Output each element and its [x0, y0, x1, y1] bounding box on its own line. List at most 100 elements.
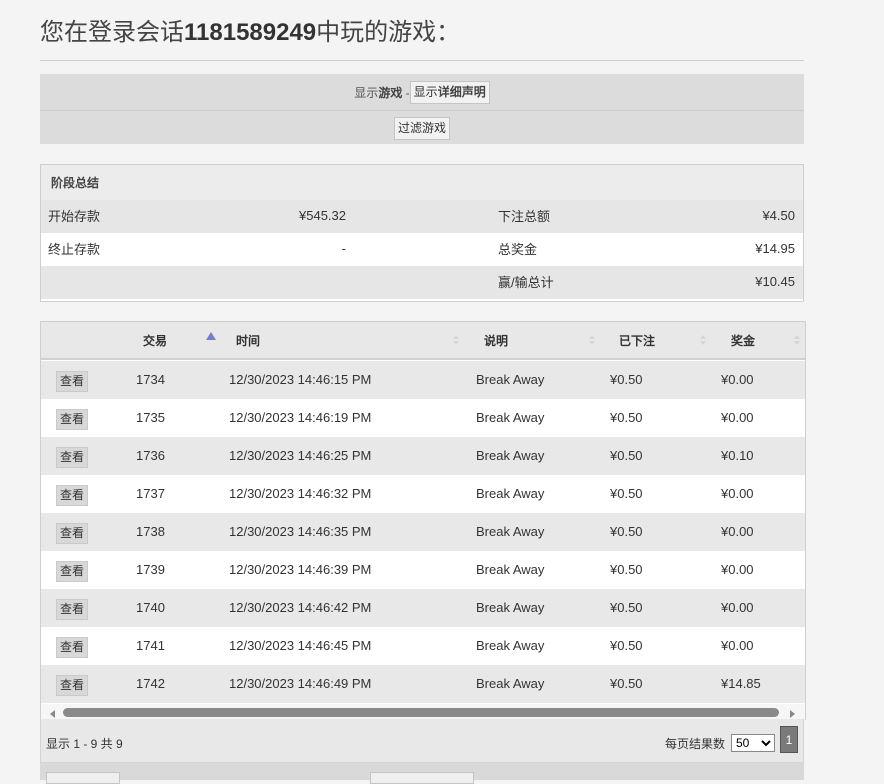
cell-description: Break Away — [476, 448, 545, 463]
cell-time: 12/30/2023 14:46:39 PM — [229, 562, 372, 577]
summary-header: 阶段总结 — [41, 165, 803, 200]
per-page-label: 每页结果数 — [664, 737, 725, 751]
column-header-transaction[interactable]: 交易 — [143, 322, 167, 358]
sort-asc-icon[interactable] — [206, 332, 216, 342]
sort-icon[interactable] — [453, 335, 459, 345]
view-button[interactable]: 查看 — [56, 599, 89, 620]
cell-description: Break Away — [476, 524, 545, 539]
cell-transaction: 1734 — [136, 372, 165, 387]
sort-icon[interactable] — [700, 335, 706, 345]
per-page-select[interactable]: 50 — [731, 734, 775, 752]
table-row: 查看 1740 12/30/2023 14:46:42 PM Break Away ¥0… — [41, 589, 805, 627]
view-button[interactable]: 查看 — [56, 371, 89, 392]
view-button[interactable]: 查看 — [56, 485, 89, 506]
total-win-value: ¥14.95 — [755, 241, 795, 256]
cell-time: 12/30/2023 14:46:42 PM — [229, 600, 372, 615]
cell-bet: ¥0.50 — [610, 372, 643, 387]
view-button[interactable]: 查看 — [56, 409, 89, 430]
column-header-time[interactable]: 时间 — [236, 322, 260, 358]
cell-description: Break Away — [476, 638, 545, 653]
cell-transaction: 1737 — [136, 486, 165, 501]
column-header-bet[interactable]: 已下注 — [619, 322, 655, 358]
cell-time: 12/30/2023 14:46:19 PM — [229, 410, 372, 425]
total-bet-value: ¥4.50 — [762, 208, 795, 223]
column-header-win[interactable]: 奖金 — [731, 322, 755, 358]
cell-transaction: 1739 — [136, 562, 165, 577]
start-balance-label: 开始存款 — [48, 209, 101, 224]
cell-transaction: 1736 — [136, 448, 165, 463]
cell-win: ¥0.00 — [721, 638, 754, 653]
cell-time: 12/30/2023 14:46:25 PM — [229, 448, 372, 463]
cell-win: ¥0.10 — [721, 448, 754, 463]
table-row: 查看 1736 12/30/2023 14:46:25 PM Break Away ¥0… — [41, 437, 805, 475]
cell-win: ¥0.00 — [721, 524, 754, 539]
scroll-right-icon[interactable] — [787, 707, 797, 718]
cell-win: ¥0.00 — [721, 410, 754, 425]
cell-time: 12/30/2023 14:46:49 PM — [229, 676, 372, 691]
table-footer: 显示 1 - 9 共 9 每页结果数 50 1 — [40, 719, 804, 763]
table-row: 查看 1734 12/30/2023 14:46:15 PM Break Away ¥0… — [41, 361, 805, 399]
table-row: 查看 1735 12/30/2023 14:46:19 PM Break Away ¥0… — [41, 399, 805, 437]
scrollbar-thumb[interactable] — [63, 708, 779, 717]
view-button[interactable]: 查看 — [56, 561, 89, 582]
results-info: 显示 1 - 9 共 9 — [46, 737, 123, 751]
game-toolbar: 显示游戏 - 显示详细声明 过滤游戏 — [40, 74, 804, 144]
view-button[interactable]: 查看 — [56, 523, 89, 544]
bottom-button[interactable] — [370, 772, 474, 784]
view-button[interactable]: 查看 — [56, 637, 89, 658]
cell-bet: ¥0.50 — [610, 410, 643, 425]
cell-bet: ¥0.50 — [610, 638, 643, 653]
cell-description: Break Away — [476, 410, 545, 425]
cell-bet: ¥0.50 — [610, 448, 643, 463]
sort-icon[interactable] — [794, 335, 800, 345]
cell-bet: ¥0.50 — [610, 676, 643, 691]
session-id: 1181589249 — [184, 19, 317, 46]
sort-icon[interactable] — [589, 335, 595, 345]
cell-win: ¥0.00 — [721, 600, 754, 615]
cell-time: 12/30/2023 14:46:15 PM — [229, 372, 372, 387]
bottom-button[interactable] — [46, 772, 120, 784]
table-row: 查看 1739 12/30/2023 14:46:39 PM Break Away ¥0… — [41, 551, 805, 589]
cell-description: Break Away — [476, 372, 545, 387]
cell-time: 12/30/2023 14:46:35 PM — [229, 524, 372, 539]
page-title: 您在登录会话1181589249中玩的游戏： — [40, 16, 804, 61]
games-table: 交易 时间 说明 已下注 奖金 查看 1734 12/30/2023 14:46:1… — [40, 321, 806, 720]
table-row: 查看 1737 12/30/2023 14:46:32 PM Break Away ¥0… — [41, 475, 805, 513]
cell-time: 12/30/2023 14:46:45 PM — [229, 638, 372, 653]
table-header: 交易 时间 说明 已下注 奖金 — [41, 322, 805, 360]
table-row: 查看 1741 12/30/2023 14:46:45 PM Break Away ¥0… — [41, 627, 805, 665]
cell-transaction: 1738 — [136, 524, 165, 539]
cell-description: Break Away — [476, 676, 545, 691]
filter-games-button[interactable]: 过滤游戏 — [393, 116, 450, 140]
total-win-label: 总奖金 — [498, 242, 538, 257]
show-detail-button[interactable]: 显示详细声明 — [409, 80, 490, 104]
bottom-toolbar — [40, 763, 804, 784]
cell-description: Break Away — [476, 562, 545, 577]
page-button-current[interactable]: 1 — [780, 726, 798, 753]
cell-description: Break Away — [476, 486, 545, 501]
end-balance-value: - — [341, 241, 346, 256]
cell-bet: ¥0.50 — [610, 600, 643, 615]
net-label: 赢/输总计 — [498, 275, 554, 290]
column-header-description[interactable]: 说明 — [484, 322, 508, 358]
horizontal-scrollbar[interactable] — [41, 704, 805, 720]
view-button[interactable]: 查看 — [56, 447, 89, 468]
cell-description: Break Away — [476, 600, 545, 615]
cell-win: ¥14.85 — [721, 676, 761, 691]
total-bet-label: 下注总额 — [498, 209, 551, 224]
cell-win: ¥0.00 — [721, 562, 754, 577]
cell-transaction: 1735 — [136, 410, 165, 425]
cell-transaction: 1741 — [136, 638, 165, 653]
view-button[interactable]: 查看 — [56, 675, 89, 696]
start-balance-value: ¥545.32 — [299, 208, 346, 223]
scroll-left-icon[interactable] — [48, 707, 58, 718]
cell-transaction: 1740 — [136, 600, 165, 615]
cell-win: ¥0.00 — [721, 486, 754, 501]
table-row: 查看 1742 12/30/2023 14:46:49 PM Break Away ¥0… — [41, 665, 805, 703]
show-games-label: 显示游戏 - — [354, 85, 410, 100]
table-row: 查看 1738 12/30/2023 14:46:35 PM Break Away ¥0… — [41, 513, 805, 551]
net-value: ¥10.45 — [755, 274, 795, 289]
cell-bet: ¥0.50 — [610, 524, 643, 539]
end-balance-label: 终止存款 — [48, 242, 101, 257]
cell-win: ¥0.00 — [721, 372, 754, 387]
